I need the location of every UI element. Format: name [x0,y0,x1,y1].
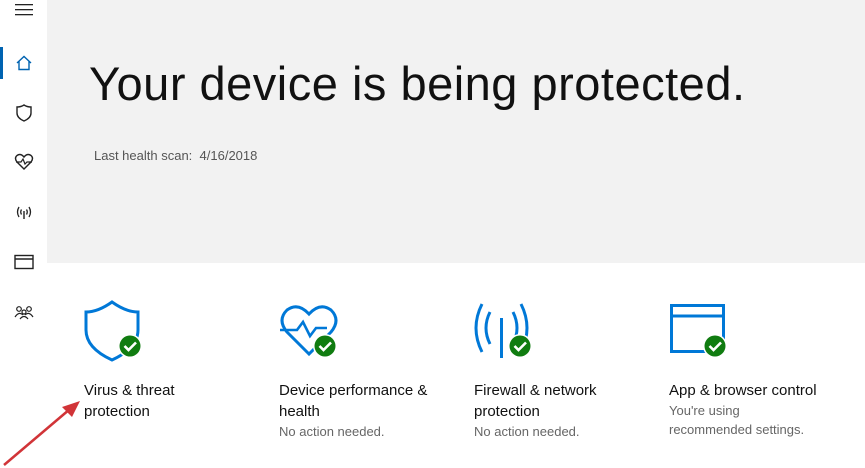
tile-device-performance-health[interactable]: Device performance & health No action ne… [279,300,469,441]
antenna-icon [16,206,31,219]
tile-label-line1: Virus & threat [84,382,175,399]
annotation-arrow-icon [3,401,80,466]
last-scan-text: Last health scan: 4/16/2018 [94,148,257,163]
tile-virus-threat-protection[interactable]: Virus & threat protection [84,300,274,422]
heart-check-icon [279,300,349,364]
home-icon [16,55,31,71]
last-scan-label: Last health scan: [94,148,193,163]
tile-status: No action needed. [279,424,385,439]
tile-status-line2: recommended settings. [669,422,805,437]
antenna-check-icon [474,300,544,364]
tile-firewall-network-protection[interactable]: Firewall & network protection No action … [474,300,664,441]
tile-app-browser-control[interactable]: App & browser control You're using recom… [669,300,859,439]
tile-label-line1: Device performance & [279,382,428,399]
tile-label: Virus & threat protection [84,380,274,422]
tile-label: App & browser control [669,380,859,401]
tile-label-line2: health [279,403,320,420]
sidebar-item-app-browser[interactable] [0,242,47,282]
sidebar-item-virus-protection[interactable] [0,93,47,133]
page-title: Your device is being protected. [89,57,746,110]
last-scan-date: 4/16/2018 [199,148,258,163]
sidebar-item-firewall[interactable] [0,192,47,232]
family-icon [14,306,33,320]
sidebar-item-home[interactable] [0,43,47,83]
tile-label-line2: protection [474,403,540,420]
shield-icon [15,104,32,122]
tile-status: No action needed. [474,424,580,439]
tile-label-line1: App & browser control [669,382,817,399]
tile-status-line1: You're using [669,403,740,418]
menu-button[interactable] [0,0,47,30]
tile-label-line2: protection [84,403,150,420]
tile-status: You're using recommended settings. [669,401,859,439]
browser-window-icon [13,254,34,270]
menu-icon [14,4,33,16]
heart-pulse-icon [14,153,33,170]
tile-label-line1: Firewall & network [474,382,597,399]
status-hero: Your device is being protected. Last hea… [47,0,865,263]
shield-check-icon [84,300,154,364]
sidebar-item-family[interactable] [0,292,47,332]
tile-label: Firewall & network protection [474,380,664,422]
window-check-icon [669,300,739,364]
tile-label: Device performance & health [279,380,469,422]
sidebar-item-device-health[interactable] [0,142,47,182]
